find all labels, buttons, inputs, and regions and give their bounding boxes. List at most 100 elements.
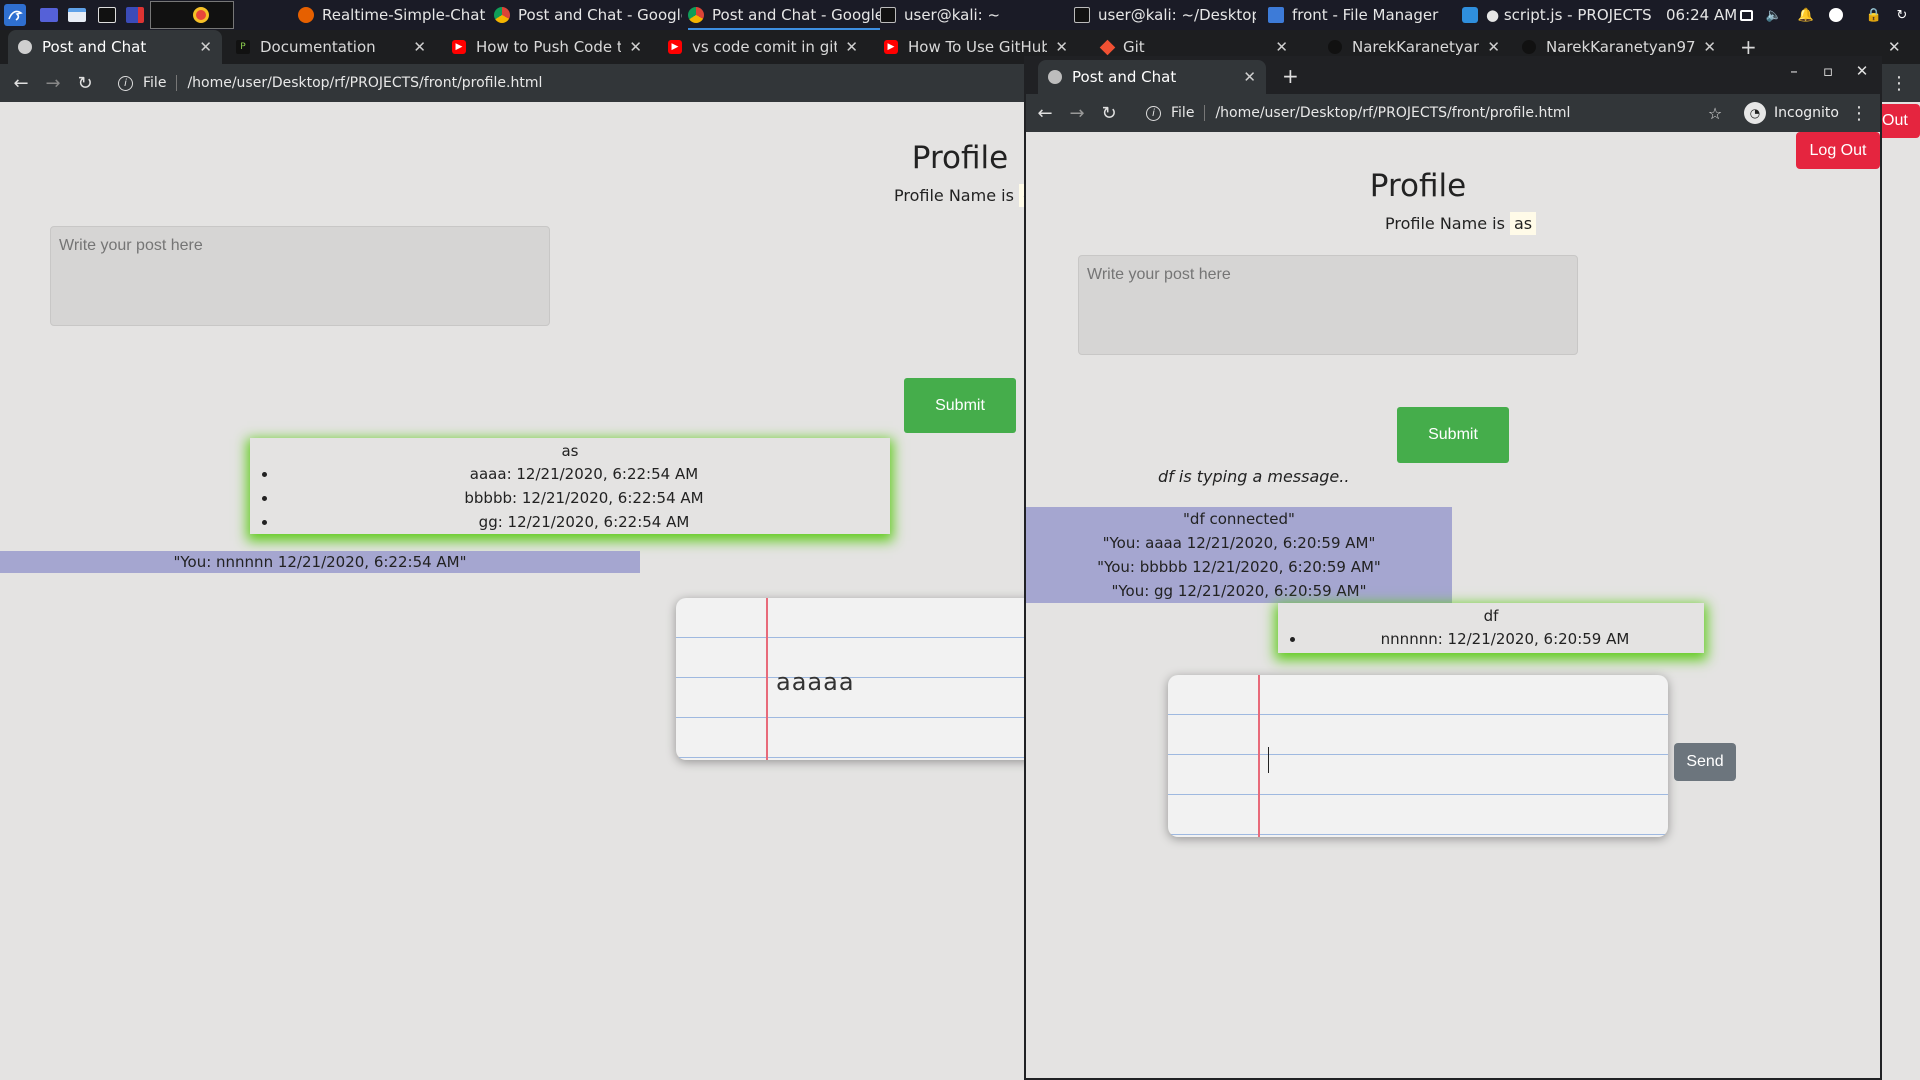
page-title: Profile [911,140,1009,176]
typing-status: df is typing a message.. [1158,467,1350,486]
app-icon[interactable] [124,4,146,26]
terminal-icon [880,7,896,23]
profile-name: as [1510,212,1537,235]
post-list: nnnnnn: 12/21/2020, 6:20:59 AM [1278,627,1704,651]
chrome-icon [688,7,704,23]
incognito-tabstrip: Post and Chat ✕ + – ▫ ✕ [1026,56,1880,94]
screen-icon[interactable] [1738,7,1754,23]
bookmark-star-icon[interactable]: ☆ [1702,94,1728,132]
system-message: "You: bbbbb 12/21/2020, 6:20:59 AM" [1097,558,1381,576]
git-icon [1099,39,1116,55]
logout-icon[interactable]: ↻ [1894,7,1910,23]
youtube-icon: ▶ [884,40,898,54]
globe-icon [1048,70,1062,84]
list-item: nnnnnn: 12/21/2020, 6:20:59 AM [1306,627,1704,651]
submit-button[interactable]: Submit [904,378,1016,433]
github-icon [1522,40,1536,54]
workspace-switcher[interactable] [150,1,234,29]
system-message: "df connected" [1183,510,1295,528]
list-item: gg: 12/21/2020, 6:22:54 AM [278,510,890,534]
task-terminal-home[interactable]: user@kali: ~ [880,0,1060,30]
new-tab-button[interactable]: + [1282,64,1299,88]
maximize-button[interactable]: ▫ [1818,62,1838,80]
post-textarea[interactable] [50,226,550,326]
task-chrome-1[interactable]: Post and Chat - Google ... [494,0,682,30]
github-icon [1328,40,1342,54]
terminal-icon[interactable] [96,4,118,26]
profile-name-line: Profile Name is df [894,184,1043,207]
back-button[interactable]: ← [1032,94,1058,132]
close-icon[interactable]: ✕ [845,38,858,56]
tab-post-and-chat[interactable]: Post and Chat ✕ [8,30,222,64]
close-window-button[interactable]: ✕ [1852,62,1872,80]
forward-button[interactable]: → [1064,94,1090,132]
own-message: "You: nnnnnn 12/21/2020, 6:22:54 AM" [0,551,640,573]
close-icon[interactable]: ✕ [1703,38,1716,56]
incognito-toolbar: ← → ↻ i File /home/user/Desktop/rf/PROJE… [1026,94,1880,132]
volume-icon[interactable]: 🔈 [1766,7,1782,23]
incognito-icon: ◔ [1744,102,1766,124]
tab-documentation[interactable]: P Documentation ✕ [226,30,436,64]
task-chrome-2[interactable]: Post and Chat - Google ... [688,0,880,30]
tab-push-code[interactable]: ▶ How to Push Code to G ✕ [442,30,652,64]
list-item: bbbbb: 12/21/2020, 6:22:54 AM [278,486,890,510]
logout-button[interactable]: Log Out [1796,132,1880,169]
close-icon[interactable]: ✕ [1487,38,1500,56]
reload-button[interactable]: ↻ [72,64,98,102]
close-icon[interactable]: ✕ [1275,38,1288,56]
clock[interactable]: 06:24 AM [1666,0,1737,30]
kali-menu-icon[interactable] [4,4,26,26]
info-icon[interactable]: i [118,75,133,91]
logout-button[interactable]: Out [1876,104,1920,138]
tab-post-and-chat[interactable]: Post and Chat ✕ [1038,60,1266,94]
close-window-button[interactable]: ✕ [1888,30,1912,64]
task-terminal-desktop[interactable]: user@kali: ~/Desktop [1074,0,1256,30]
close-icon[interactable]: ✕ [199,38,212,56]
close-icon[interactable]: ✕ [413,38,426,56]
divider [176,75,178,91]
task-file-manager[interactable]: front - File Manager [1268,0,1448,30]
chat-input-notepad[interactable] [1168,675,1668,837]
close-icon[interactable]: ✕ [1243,68,1256,86]
system-messages: "df connected" "You: aaaa 12/21/2020, 6:… [1026,507,1452,603]
send-button[interactable]: Send [1674,743,1736,781]
file-manager-icon[interactable] [66,4,88,26]
post-list: aaaa: 12/21/2020, 6:22:54 AM bbbbb: 12/2… [250,462,890,534]
notification-bell-icon[interactable]: 🔔 [1798,7,1814,23]
notepad-margin-line [1258,675,1260,837]
post-card: as aaaa: 12/21/2020, 6:22:54 AM bbbbb: 1… [250,438,890,534]
post-author: df [1483,607,1499,625]
menu-icon[interactable]: ⋮ [1846,94,1872,132]
info-icon[interactable]: i [1146,105,1161,121]
address-bar[interactable]: i File /home/user/Desktop/rf/PROJECTS/fr… [118,64,542,102]
power-icon[interactable] [1828,7,1844,23]
youtube-icon: ▶ [452,40,466,54]
tab-vscode-commit[interactable]: ▶ vs code comit in github ✕ [658,30,868,64]
address-bar[interactable]: i File /home/user/Desktop/rf/PROJECTS/fr… [1146,94,1570,132]
vscode-icon [1462,7,1478,23]
task-realtime-chat[interactable]: Realtime-Simple-Chat... [298,0,486,30]
list-item: aaaa: 12/21/2020, 6:22:54 AM [278,462,890,486]
menu-icon[interactable]: ⋮ [1886,64,1912,102]
page-title: Profile [1369,168,1467,204]
firefox-icon [298,7,314,23]
documentation-favicon-icon: P [236,40,250,54]
divider [1204,105,1206,121]
forward-button[interactable]: → [40,64,66,102]
chat-input-text[interactable]: aaaaa [776,668,855,696]
terminal-icon [1074,7,1090,23]
task-vscode[interactable]: ● script.js - PROJECTS ... [1462,0,1654,30]
close-icon[interactable]: ✕ [629,38,642,56]
minimize-button[interactable]: – [1784,62,1804,80]
close-icon[interactable]: ✕ [1055,38,1068,56]
lock-icon[interactable]: 🔒 [1866,7,1882,23]
system-message: "You: gg 12/21/2020, 6:20:59 AM" [1111,582,1367,600]
reload-button[interactable]: ↻ [1096,94,1122,132]
globe-icon [18,40,32,54]
back-button[interactable]: ← [8,64,34,102]
submit-button[interactable]: Submit [1397,407,1509,463]
desktop-icon[interactable] [38,4,60,26]
post-textarea[interactable] [1078,255,1578,355]
profile-name-line: Profile Name is as [1385,212,1537,235]
incognito-indicator[interactable]: ◔ Incognito [1744,100,1839,126]
